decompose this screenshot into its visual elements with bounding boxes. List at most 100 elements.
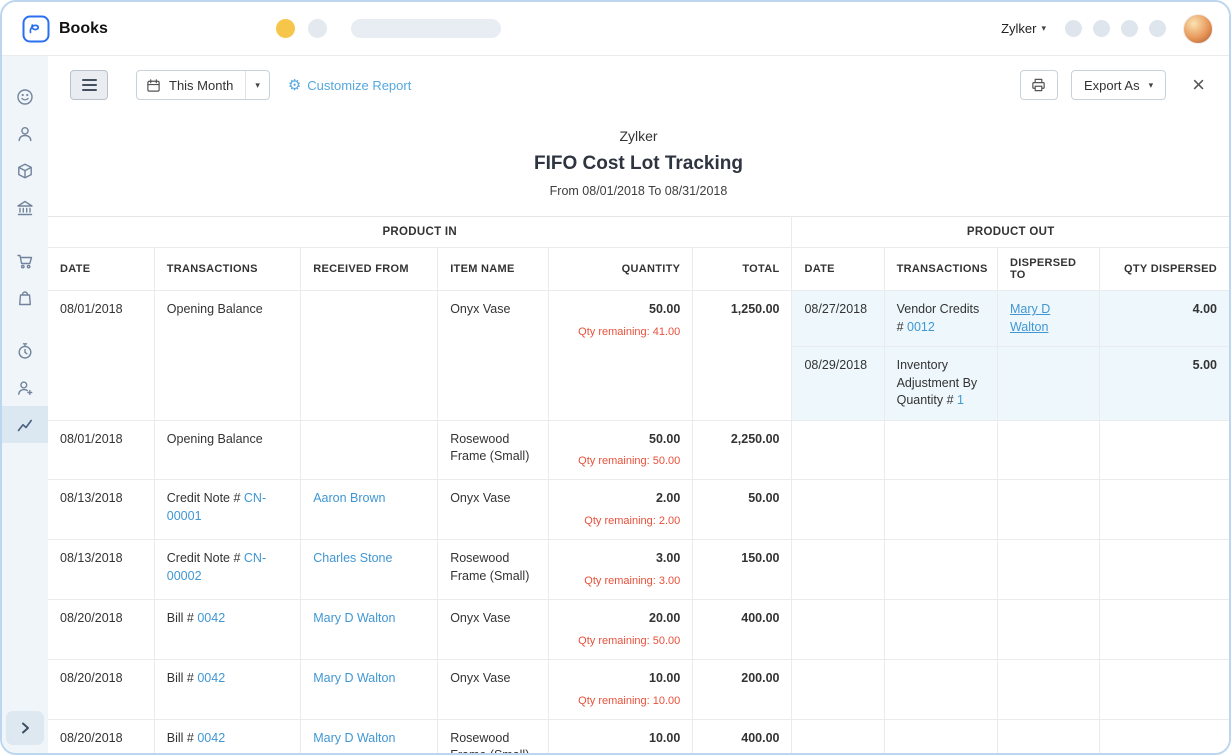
- cell-date: 08/20/2018: [48, 660, 154, 720]
- cell-received-from: Mary D Walton: [301, 600, 438, 660]
- page-title: FIFO Cost Lot Tracking: [48, 153, 1229, 175]
- gear-icon: ⚙: [288, 78, 301, 93]
- col-header-out-transactions: TRANSACTIONS: [884, 248, 997, 291]
- close-report-button[interactable]: ×: [1192, 74, 1205, 96]
- person-plus-icon: [15, 378, 35, 398]
- cell-transactions: Credit Note # CN-00001: [154, 480, 300, 540]
- toolbar-right: Export As ▾ ×: [1020, 70, 1205, 100]
- app-logo[interactable]: Books: [22, 15, 108, 43]
- collapse-menu-button[interactable]: [70, 70, 108, 100]
- cell-out-transactions: Inventory Adjustment By Quantity # 1: [884, 347, 997, 421]
- contact-link[interactable]: Mary D Walton: [313, 731, 395, 745]
- cell-item-name: Rosewood Frame (Small): [438, 420, 549, 480]
- cell-quantity: 20.00Qty remaining: 50.00: [549, 600, 693, 660]
- cell-out-transactions: [884, 420, 997, 480]
- col-header-date: DATE: [48, 248, 154, 291]
- cell-date: 08/01/2018: [48, 291, 154, 421]
- cell-out-transactions: Vendor Credits # 0012: [884, 291, 997, 347]
- transaction-link[interactable]: CN-00002: [167, 551, 266, 583]
- report-header: Zylker FIFO Cost Lot Tracking From 08/01…: [48, 112, 1229, 216]
- contact-link[interactable]: Mary D Walton: [1010, 302, 1050, 334]
- fifo-report-table: PRODUCT IN PRODUCT OUT DATE TRANSACTIONS…: [48, 216, 1229, 753]
- table-row: 08/01/2018Opening BalanceRosewood Frame …: [48, 420, 1229, 480]
- cell-qty-dispersed: [1099, 660, 1229, 720]
- topbar-icon-button[interactable]: [1149, 20, 1166, 37]
- cell-dispersed-to: [997, 600, 1099, 660]
- report-toolbar: This Month ▾ ⚙ Customize Report Export A…: [48, 56, 1229, 112]
- col-header-total: TOTAL: [693, 248, 792, 291]
- topbar-icon-button[interactable]: [1065, 20, 1082, 37]
- period-filter-dropdown[interactable]: This Month ▾: [136, 70, 270, 100]
- cell-out-transactions: [884, 600, 997, 660]
- caret-down-icon: ▾: [1149, 81, 1154, 90]
- cell-out-transactions: [884, 719, 997, 753]
- topbar-icon-button[interactable]: [1093, 20, 1110, 37]
- sidebar-item-sales[interactable]: [2, 242, 48, 279]
- caret-down-icon: ▾: [1041, 24, 1046, 33]
- cell-dispersed-to: Mary D Walton: [997, 291, 1099, 347]
- contact-link[interactable]: Mary D Walton: [313, 611, 395, 625]
- contact-link[interactable]: Mary D Walton: [313, 671, 395, 685]
- contact-link[interactable]: Aaron Brown: [313, 491, 385, 505]
- cell-transactions: Opening Balance: [154, 291, 300, 421]
- bank-icon: [15, 198, 35, 218]
- sidebar-expand-button[interactable]: [6, 711, 44, 745]
- product-in-group-header: PRODUCT IN: [48, 217, 792, 248]
- cell-dispersed-to: [997, 660, 1099, 720]
- cell-total: 200.00: [693, 660, 792, 720]
- contact-link[interactable]: Charles Stone: [313, 551, 392, 565]
- cell-item-name: Rosewood Frame (Small): [438, 540, 549, 600]
- cell-dispersed-to: [997, 540, 1099, 600]
- col-header-qty-dispersed: QTY DISPERSED: [1099, 248, 1229, 291]
- sidebar-item-purchases[interactable]: [2, 279, 48, 316]
- org-selector[interactable]: Zylker ▾: [1001, 21, 1046, 36]
- sidebar-item-accountant[interactable]: [2, 369, 48, 406]
- sidebar-item-reports[interactable]: [2, 406, 48, 443]
- product-out-group-header: PRODUCT OUT: [792, 217, 1229, 248]
- export-as-button[interactable]: Export As ▾: [1071, 70, 1166, 100]
- books-logo-icon: [22, 15, 50, 43]
- box-icon: [15, 161, 35, 181]
- col-header-out-date: DATE: [792, 248, 884, 291]
- smiley-icon: [15, 87, 35, 107]
- sidebar-item-time-tracking[interactable]: [2, 332, 48, 369]
- cell-out-date: 08/27/2018: [792, 291, 884, 347]
- print-button[interactable]: [1020, 70, 1058, 100]
- cell-received-from: Charles Stone: [301, 540, 438, 600]
- transaction-link[interactable]: 0042: [197, 671, 225, 685]
- transaction-link[interactable]: CN-00001: [167, 491, 266, 523]
- topbar: Books Zylker ▾: [2, 2, 1229, 56]
- cell-dispersed-to: [997, 347, 1099, 421]
- cell-transactions: Credit Note # CN-00002: [154, 540, 300, 600]
- col-header-transactions: TRANSACTIONS: [154, 248, 300, 291]
- cell-total: 2,250.00: [693, 420, 792, 480]
- transaction-link[interactable]: 0042: [197, 611, 225, 625]
- qty-remaining-label: Qty remaining: 50.00: [561, 634, 680, 649]
- user-avatar[interactable]: [1183, 14, 1213, 44]
- sidebar-item-items[interactable]: [2, 152, 48, 189]
- table-row: 08/13/2018Credit Note # CN-00002Charles …: [48, 540, 1229, 600]
- cell-date: 08/13/2018: [48, 480, 154, 540]
- cell-qty-dispersed: 4.00: [1099, 291, 1229, 347]
- transaction-link[interactable]: 0012: [907, 320, 935, 334]
- cell-transactions: Opening Balance: [154, 420, 300, 480]
- cart-icon: [15, 251, 35, 271]
- cell-out-transactions: [884, 480, 997, 540]
- search-bar-placeholder: [351, 19, 501, 38]
- cell-quantity: 10.00Qty remaining: 10.00: [549, 719, 693, 753]
- transaction-link[interactable]: 1: [957, 393, 964, 407]
- customize-report-button[interactable]: ⚙ Customize Report: [288, 78, 412, 93]
- sidebar-item-dashboard[interactable]: [2, 78, 48, 115]
- sidebar-item-contacts[interactable]: [2, 115, 48, 152]
- period-filter-label: This Month: [169, 78, 233, 93]
- qty-remaining-label: Qty remaining: 41.00: [561, 325, 680, 340]
- shopping-bag-icon: [15, 288, 35, 308]
- cell-out-date: [792, 719, 884, 753]
- cell-transactions: Bill # 0042: [154, 600, 300, 660]
- table-row: 08/01/2018Opening BalanceOnyx Vase50.00Q…: [48, 291, 1229, 347]
- cell-transactions: Bill # 0042: [154, 660, 300, 720]
- sidebar-item-banking[interactable]: [2, 189, 48, 226]
- topbar-icon-button[interactable]: [1121, 20, 1138, 37]
- cell-out-transactions: [884, 660, 997, 720]
- transaction-link[interactable]: 0042: [197, 731, 225, 745]
